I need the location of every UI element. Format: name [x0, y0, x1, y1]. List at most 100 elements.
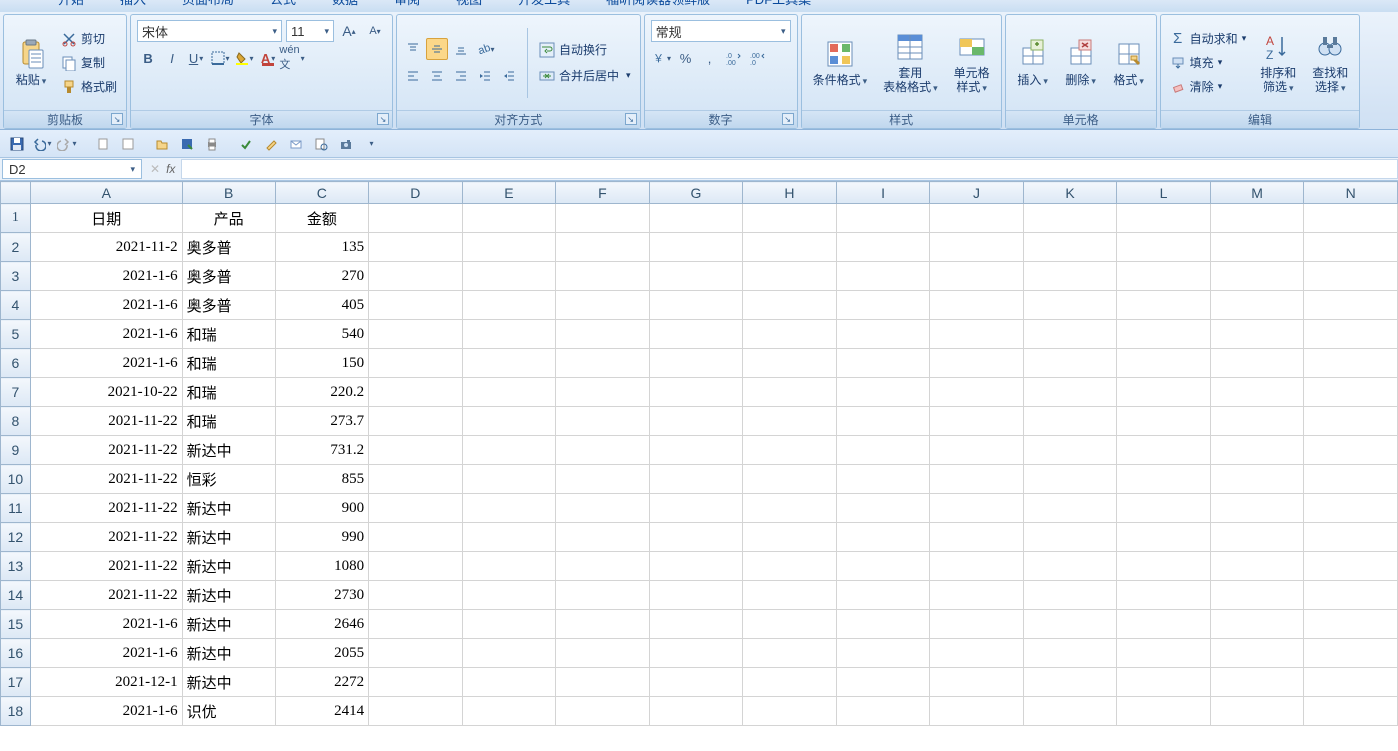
merge-center-button[interactable]: 合并后居中▾ [535, 65, 635, 86]
row-header-14[interactable]: 14 [1, 581, 31, 610]
cell-A13[interactable]: 2021-11-22 [30, 552, 182, 581]
cell-J2[interactable] [930, 233, 1023, 262]
cell-N2[interactable] [1304, 233, 1398, 262]
qat-camera-button[interactable] [335, 133, 357, 155]
cell-K9[interactable] [1023, 436, 1117, 465]
cell-C15[interactable]: 2646 [275, 610, 368, 639]
cell-I8[interactable] [836, 407, 929, 436]
cut-button[interactable]: 剪切 [57, 28, 121, 49]
cell-D10[interactable] [369, 465, 463, 494]
cell-C11[interactable]: 900 [275, 494, 368, 523]
autosum-button[interactable]: Σ自动求和▾ [1166, 28, 1251, 49]
cell-H9[interactable] [743, 436, 837, 465]
cell-D11[interactable] [369, 494, 463, 523]
orientation-button[interactable]: ab [474, 38, 496, 60]
cell-J17[interactable] [930, 668, 1023, 697]
cell-C2[interactable]: 135 [275, 233, 368, 262]
cell-N4[interactable] [1304, 291, 1398, 320]
row-header-3[interactable]: 3 [1, 262, 31, 291]
cell-F3[interactable] [556, 262, 650, 291]
row-header-10[interactable]: 10 [1, 465, 31, 494]
cell-G2[interactable] [649, 233, 743, 262]
increase-indent-button[interactable] [498, 65, 520, 87]
decrease-font-button[interactable]: A▾ [364, 20, 386, 42]
row-header-18[interactable]: 18 [1, 697, 31, 726]
qat-saveas-button[interactable] [176, 133, 198, 155]
save-button[interactable] [6, 133, 28, 155]
col-header-N[interactable]: N [1304, 182, 1398, 204]
col-header-H[interactable]: H [743, 182, 837, 204]
cell-K15[interactable] [1023, 610, 1117, 639]
cell-styles-button[interactable]: 单元格 样式 [948, 29, 996, 97]
col-header-F[interactable]: F [556, 182, 650, 204]
cell-H12[interactable] [743, 523, 837, 552]
percent-button[interactable]: % [675, 47, 697, 69]
row-header-1[interactable]: 1 [1, 204, 31, 233]
cell-J11[interactable] [930, 494, 1023, 523]
cell-L16[interactable] [1117, 639, 1210, 668]
cell-F7[interactable] [556, 378, 650, 407]
cell-I15[interactable] [836, 610, 929, 639]
cell-A9[interactable]: 2021-11-22 [30, 436, 182, 465]
border-button[interactable] [209, 47, 231, 69]
cell-C7[interactable]: 220.2 [275, 378, 368, 407]
cell-D4[interactable] [369, 291, 463, 320]
find-select-button[interactable]: 查找和 选择 [1306, 29, 1354, 97]
cell-M17[interactable] [1210, 668, 1304, 697]
cell-E17[interactable] [462, 668, 556, 697]
cell-H13[interactable] [743, 552, 837, 581]
cell-E2[interactable] [462, 233, 556, 262]
cell-N9[interactable] [1304, 436, 1398, 465]
cell-K14[interactable] [1023, 581, 1117, 610]
cell-N12[interactable] [1304, 523, 1398, 552]
cell-D2[interactable] [369, 233, 463, 262]
cell-I1[interactable] [836, 204, 929, 233]
cell-A3[interactable]: 2021-1-6 [30, 262, 182, 291]
cell-B4[interactable]: 奥多普 [182, 291, 275, 320]
fill-color-button[interactable] [233, 47, 255, 69]
cell-D14[interactable] [369, 581, 463, 610]
cell-G18[interactable] [649, 697, 743, 726]
cell-I2[interactable] [836, 233, 929, 262]
cell-G10[interactable] [649, 465, 743, 494]
font-name-combo[interactable]: 宋体▾ [137, 20, 282, 42]
cell-F1[interactable] [556, 204, 650, 233]
cell-D7[interactable] [369, 378, 463, 407]
cell-M4[interactable] [1210, 291, 1304, 320]
cell-J10[interactable] [930, 465, 1023, 494]
cell-K16[interactable] [1023, 639, 1117, 668]
cell-J6[interactable] [930, 349, 1023, 378]
cell-K18[interactable] [1023, 697, 1117, 726]
cell-I3[interactable] [836, 262, 929, 291]
cell-I13[interactable] [836, 552, 929, 581]
font-color-button[interactable]: A [257, 47, 279, 69]
cell-H3[interactable] [743, 262, 837, 291]
cell-M7[interactable] [1210, 378, 1304, 407]
cell-B17[interactable]: 新达中 [182, 668, 275, 697]
cell-B16[interactable]: 新达中 [182, 639, 275, 668]
cell-C12[interactable]: 990 [275, 523, 368, 552]
cell-J18[interactable] [930, 697, 1023, 726]
cancel-formula-icon[interactable]: ✕ [150, 162, 160, 176]
cell-L6[interactable] [1117, 349, 1210, 378]
cell-G8[interactable] [649, 407, 743, 436]
cell-C5[interactable]: 540 [275, 320, 368, 349]
cell-C14[interactable]: 2730 [275, 581, 368, 610]
cell-N13[interactable] [1304, 552, 1398, 581]
clipboard-launcher[interactable]: ↘ [111, 113, 123, 125]
cell-A5[interactable]: 2021-1-6 [30, 320, 182, 349]
cell-G15[interactable] [649, 610, 743, 639]
cell-B15[interactable]: 新达中 [182, 610, 275, 639]
redo-button[interactable] [56, 133, 78, 155]
cell-M13[interactable] [1210, 552, 1304, 581]
cell-E7[interactable] [462, 378, 556, 407]
cell-D8[interactable] [369, 407, 463, 436]
cell-H18[interactable] [743, 697, 837, 726]
col-header-M[interactable]: M [1210, 182, 1304, 204]
cell-I10[interactable] [836, 465, 929, 494]
col-header-G[interactable]: G [649, 182, 743, 204]
cell-L9[interactable] [1117, 436, 1210, 465]
col-header-B[interactable]: B [182, 182, 275, 204]
cell-F5[interactable] [556, 320, 650, 349]
cell-C18[interactable]: 2414 [275, 697, 368, 726]
